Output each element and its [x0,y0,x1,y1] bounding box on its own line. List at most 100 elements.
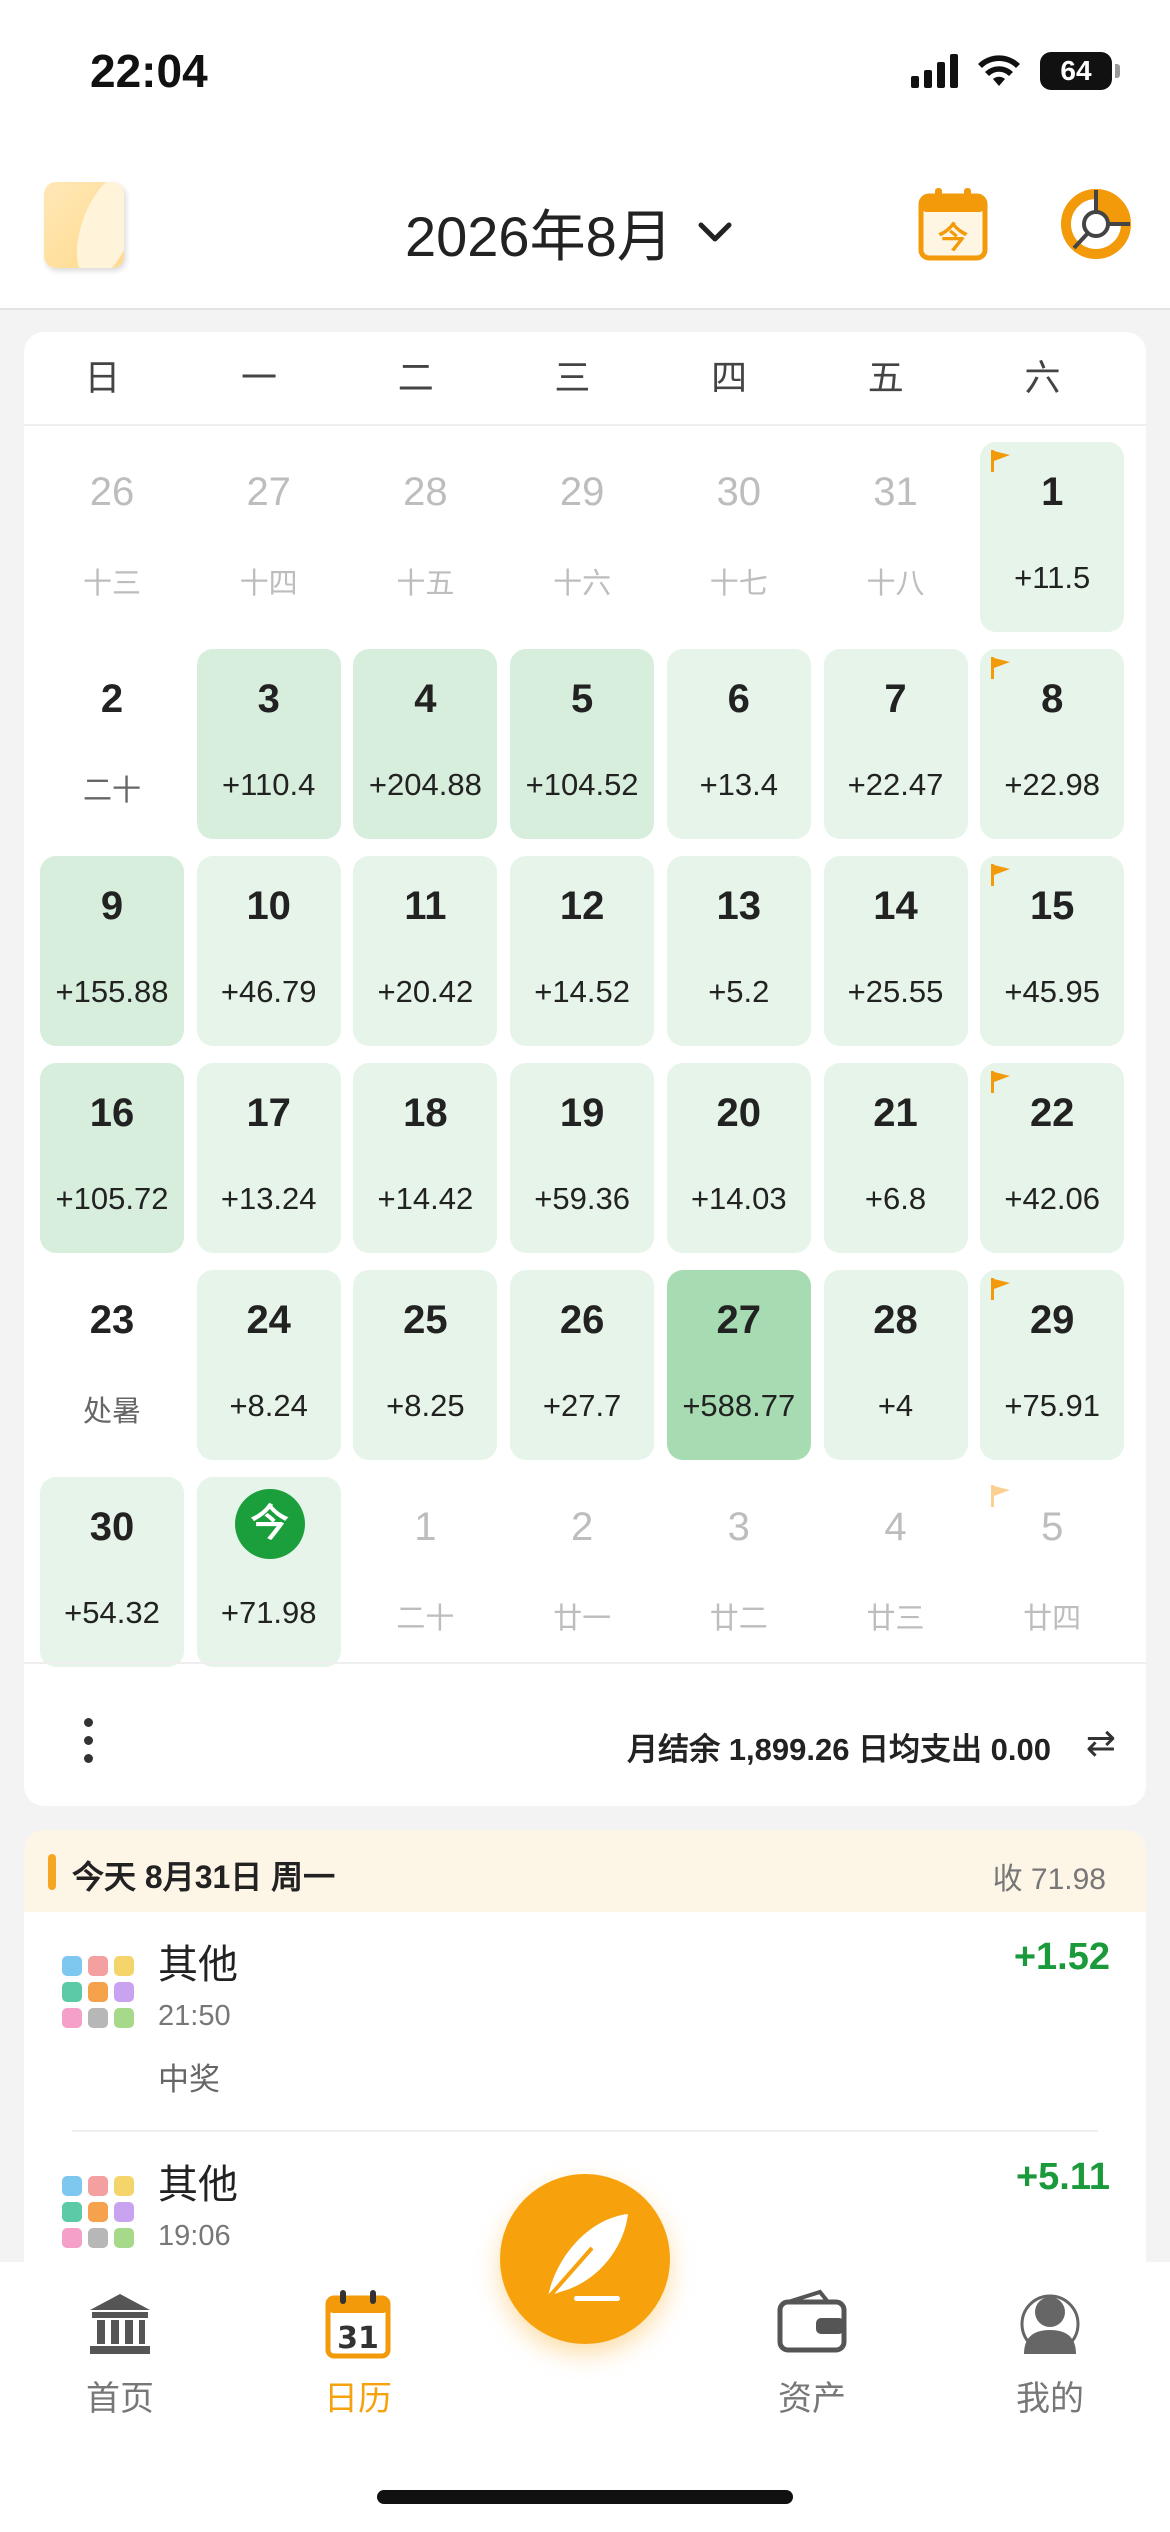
nav-calendar[interactable]: 31 日历 [278,2288,438,2420]
day-income: +11.5 [1014,560,1091,595]
calendar-day[interactable]: 26 +27.7 [510,1270,655,1460]
day-number: 30 [716,470,762,514]
calendar-day[interactable]: 6 +13.4 [666,649,811,839]
calendar-day[interactable]: 7 +22.47 [823,649,968,839]
calendar-day[interactable]: 5 廿四 [980,1477,1124,1667]
calendar-day[interactable]: 18 +14.42 [353,1063,498,1253]
day-number: 4 [884,1505,907,1549]
transaction-time: 21:50 [158,2000,231,2032]
calendar-day[interactable]: 12 +14.52 [510,856,655,1046]
day-number: 15 [1029,884,1075,928]
transaction-row[interactable]: 其他 21:50 中奖 +1.52 [24,1912,1146,2122]
day-number: 8 [1041,677,1064,721]
weekday-label: 五 [867,357,904,398]
app-logo[interactable] [44,182,124,268]
weekday-header: 日一二三四五六 [24,332,1146,426]
calendar-day[interactable]: 3 廿二 [667,1477,811,1667]
nav-label: 资产 [778,2380,846,2418]
calendar-day[interactable]: 19 +59.36 [510,1063,655,1253]
calendar-day[interactable]: 17 +13.24 [196,1063,341,1253]
lunar-date: 廿四 [1023,1603,1082,1635]
day-number: 26 [559,1298,605,1342]
day-income: +75.91 [1004,1388,1101,1423]
lunar-date: 十六 [553,568,612,600]
day-number: 5 [570,677,594,721]
calendar-day[interactable]: 1 +11.5 [980,442,1125,632]
calendar-day[interactable]: 15 +45.95 [980,856,1125,1046]
calendar-day[interactable]: 21 +6.8 [823,1063,968,1253]
weekday-label: 二 [397,357,434,398]
day-income: +588.77 [682,1388,796,1423]
day-income: +204.88 [368,767,482,802]
calendar-day[interactable]: 24 +8.24 [196,1270,341,1460]
nav-label: 日历 [324,2380,392,2418]
month-picker[interactable]: 2026年8月 [405,192,735,273]
battery-icon: 64 [1040,52,1120,90]
lunar-date: 二十 [82,775,141,807]
calendar-day[interactable]: 30 十七 [667,442,811,632]
calendar-day[interactable]: 1 二十 [353,1477,497,1667]
lunar-date: 廿三 [866,1603,925,1635]
day-number: 24 [246,1298,291,1342]
calendar-day-today[interactable]: 今 +71.98 [196,1477,341,1667]
weekday-label: 六 [1024,357,1061,398]
calendar-day[interactable]: 26 十三 [40,442,184,632]
day-income: +27.7 [542,1388,622,1423]
calendar-day[interactable]: 28 +4 [823,1270,968,1460]
calendar-day[interactable]: 2 廿一 [510,1477,654,1667]
calendar-day[interactable]: 13 +5.2 [666,856,811,1046]
day-income: +46.79 [220,974,317,1009]
calendar-day[interactable]: 9 +155.88 [40,856,184,1046]
calendar-day[interactable]: 8 +22.98 [980,649,1125,839]
calendar-day[interactable]: 23 处暑 [40,1270,184,1460]
nav-profile[interactable]: 我的 [970,2288,1130,2420]
day-income: +13.4 [699,767,779,802]
pie-chart-icon[interactable] [1060,188,1132,260]
lunar-date: 十七 [709,568,768,600]
calendar-day[interactable]: 2 二十 [40,649,184,839]
day-number: 31 [873,470,918,514]
day-income: +8.25 [386,1388,465,1423]
day-number: 29 [1029,1298,1075,1342]
calendar-day[interactable]: 27 +588.77 [666,1270,811,1460]
more-options-icon[interactable] [84,1718,93,1763]
day-income: +14.42 [377,1181,474,1216]
today-calendar-icon[interactable]: 今 [917,186,989,262]
calendar-day[interactable]: 4 廿三 [824,1477,968,1667]
add-record-button[interactable] [500,2174,670,2344]
nav-home[interactable]: 首页 [40,2288,200,2420]
calendar-day[interactable]: 3 +110.4 [196,649,341,839]
day-number: 27 [716,1298,762,1342]
swap-icon[interactable]: ⇄ [1086,1722,1116,1764]
day-number: 1 [1041,470,1064,514]
calendar-day[interactable]: 27 十四 [197,442,341,632]
transaction-time: 19:06 [158,2220,231,2252]
day-income: +42.06 [1004,1181,1101,1216]
day-income: +4 [877,1388,914,1423]
calendar-day[interactable]: 11 +20.42 [353,856,498,1046]
calendar-day[interactable]: 16 +105.72 [40,1063,184,1253]
day-number: 12 [559,884,605,928]
calendar-day[interactable]: 5 +104.52 [510,649,655,839]
lunar-date: 廿一 [553,1603,612,1635]
calendar-day[interactable]: 22 +42.06 [980,1063,1125,1253]
lunar-date: 二十 [396,1603,455,1635]
calendar-day[interactable]: 25 +8.25 [353,1270,498,1460]
day-number: 26 [89,470,135,514]
calendar-day[interactable]: 4 +204.88 [353,649,498,839]
day-income: +13.24 [220,1181,317,1216]
calendar-day[interactable]: 28 十五 [353,442,497,632]
weekday-label: 日 [84,357,121,398]
calendar-day[interactable]: 31 十八 [824,442,968,632]
calendar-day[interactable]: 14 +25.55 [823,856,968,1046]
cellular-signal-icon [911,54,958,88]
app-header: 2026年8月 今 [0,150,1170,310]
transaction-note: 中奖 [158,2062,220,2097]
calendar-day[interactable]: 20 +14.03 [666,1063,811,1253]
day-number: 22 [1029,1091,1075,1135]
calendar-day[interactable]: 29 +75.91 [980,1270,1125,1460]
calendar-day[interactable]: 29 十六 [510,442,654,632]
calendar-day[interactable]: 30 +54.32 [40,1477,184,1667]
nav-assets[interactable]: 资产 [732,2288,892,2420]
calendar-day[interactable]: 10 +46.79 [196,856,341,1046]
